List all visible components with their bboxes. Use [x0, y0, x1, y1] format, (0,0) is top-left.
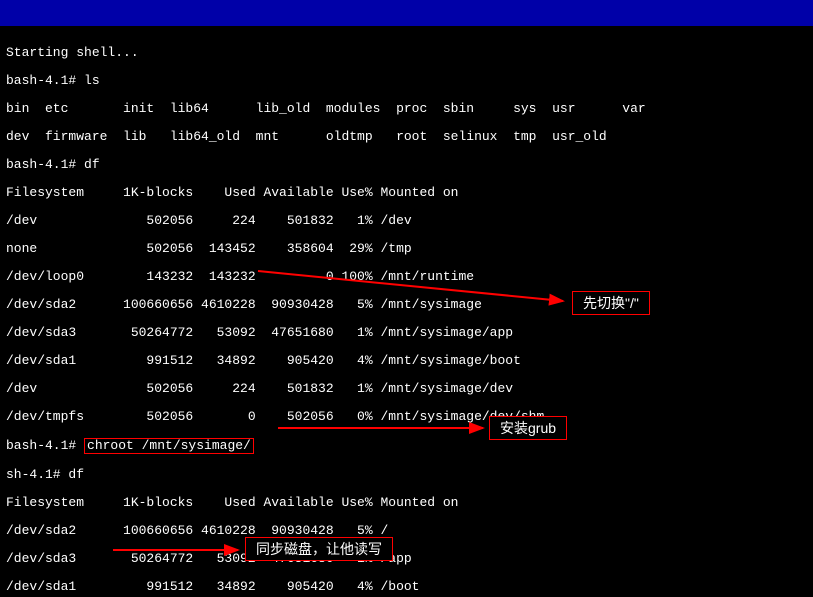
output-line: /dev/tmpfs 502056 0 502056 0% /mnt/sysim…	[6, 410, 807, 424]
output-line: /dev 502056 224 501832 1% /dev	[6, 214, 807, 228]
output-line: bin etc init lib64 lib_old modules proc …	[6, 102, 807, 116]
output-line: /dev/sda3 50264772 53092 47651680 1% /mn…	[6, 326, 807, 340]
prompt-line: bash-4.1# chroot /mnt/sysimage/	[6, 438, 807, 454]
output-line: /dev 502056 224 501832 1% /mnt/sysimage/…	[6, 382, 807, 396]
output-line: Filesystem 1K-blocks Used Available Use%…	[6, 186, 807, 200]
output-line: /dev/sda2 100660656 4610228 90930428 5% …	[6, 524, 807, 538]
prompt: bash-4.1#	[6, 73, 84, 88]
command: df	[68, 467, 84, 482]
output-line: /dev/sda1 991512 34892 905420 4% /mnt/sy…	[6, 354, 807, 368]
output-line: none 502056 143452 358604 29% /tmp	[6, 242, 807, 256]
output-line: Filesystem 1K-blocks Used Available Use%…	[6, 496, 807, 510]
output-line: /dev/sda3 50264772 53092 47651680 1% /ap…	[6, 552, 807, 566]
prompt-line: sh-4.1# df	[6, 468, 807, 482]
command: ls	[84, 73, 100, 88]
titlebar	[0, 0, 813, 26]
output-line: /dev/loop0 143232 143232 0 100% /mnt/run…	[6, 270, 807, 284]
prompt: sh-4.1#	[6, 467, 68, 482]
callout-chroot: 先切换"/"	[572, 291, 650, 315]
callout-grub: 安装grub	[489, 416, 567, 440]
command: df	[84, 157, 100, 172]
output-line: /dev/sda1 991512 34892 905420 4% /boot	[6, 580, 807, 594]
prompt-line: bash-4.1# df	[6, 158, 807, 172]
prompt: bash-4.1#	[6, 438, 84, 453]
prompt: bash-4.1#	[6, 157, 84, 172]
output-line: dev firmware lib lib64_old mnt oldtmp ro…	[6, 130, 807, 144]
output-line: Starting shell...	[6, 46, 807, 60]
command-highlight: chroot /mnt/sysimage/	[84, 438, 254, 454]
prompt-line: bash-4.1# ls	[6, 74, 807, 88]
output-line: /dev/sda2 100660656 4610228 90930428 5% …	[6, 298, 807, 312]
callout-sync: 同步磁盘，让他读写	[245, 537, 393, 561]
terminal[interactable]: Starting shell... bash-4.1# ls bin etc i…	[0, 26, 813, 597]
